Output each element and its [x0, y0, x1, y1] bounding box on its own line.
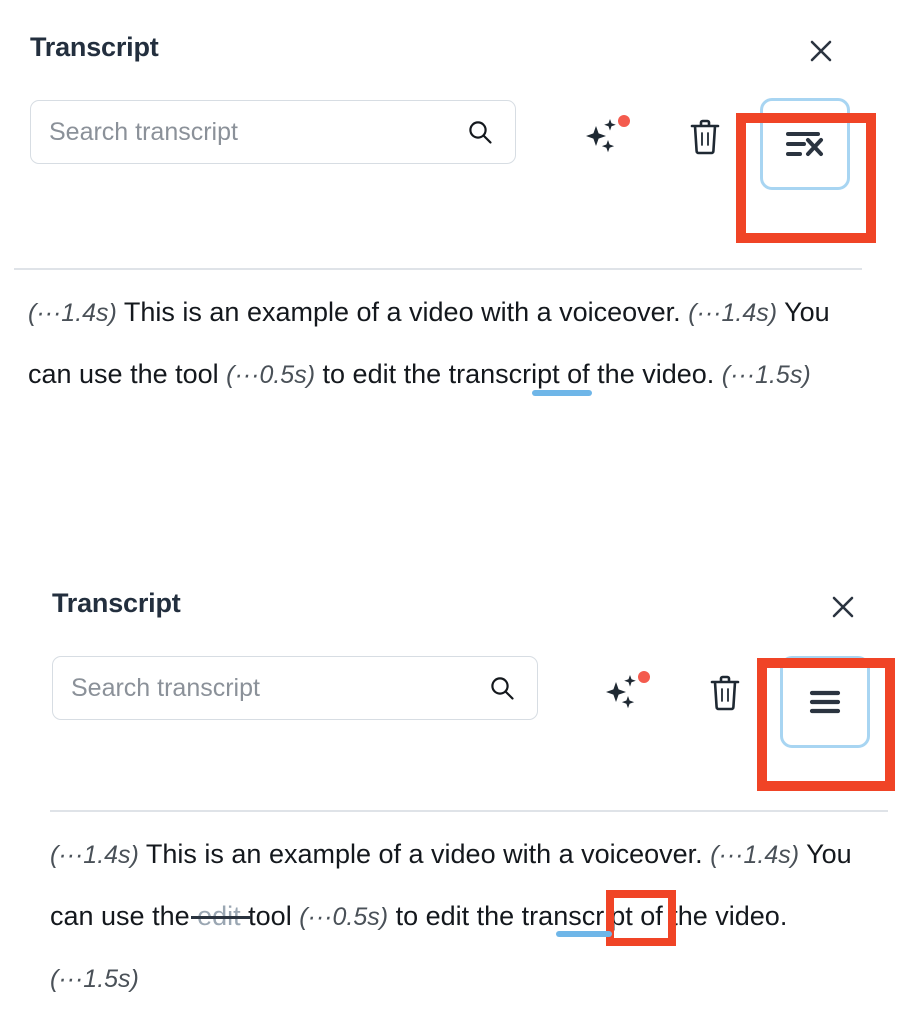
- pause-marker: (···1.4s): [710, 841, 800, 869]
- text-cursor-underline: [556, 931, 612, 937]
- magnifier-icon: [469, 121, 492, 144]
- notification-dot-icon: [638, 671, 650, 683]
- ai-sparkle-icon: [606, 671, 650, 709]
- ai-sparkle-icon: [586, 115, 630, 153]
- transcript-text: This is an example of a video with a voi…: [116, 297, 689, 327]
- delete-button[interactable]: [704, 670, 746, 716]
- close-icon: [810, 40, 832, 62]
- page-title: Transcript: [30, 32, 159, 62]
- page-title: Transcript: [52, 588, 181, 618]
- toolbar-divider: [14, 268, 862, 270]
- text-cursor-underline: [532, 390, 592, 396]
- delete-button[interactable]: [684, 114, 726, 160]
- search-input[interactable]: [49, 112, 449, 152]
- trash-icon: [710, 675, 740, 711]
- hide-filler-words-toggle-button[interactable]: [760, 98, 850, 190]
- pause-marker: (···0.5s): [226, 361, 316, 389]
- search-icon[interactable]: [463, 115, 497, 149]
- transcript-text-body[interactable]: (···1.4s) This is an example of a video …: [50, 824, 880, 1010]
- transcript-text: to edit the transcript of the video.: [388, 901, 788, 931]
- pause-marker: (···1.4s): [688, 299, 778, 327]
- search-box[interactable]: [52, 656, 538, 720]
- magnifier-icon: [491, 677, 514, 700]
- ai-enhance-button[interactable]: [602, 670, 654, 716]
- show-all-words-toggle-button[interactable]: [780, 656, 870, 748]
- search-box[interactable]: [30, 100, 516, 164]
- transcript-panel-show-all-view: Transcript Search transcript (···1.4s) T…: [22, 556, 900, 1034]
- panel-header: Transcript: [0, 0, 900, 78]
- pause-marker: (···1.5s): [721, 361, 811, 389]
- pause-marker: (···0.5s): [299, 903, 389, 931]
- hide-filler-words-icon: [786, 132, 823, 156]
- search-input[interactable]: [71, 668, 471, 708]
- transcript-text: This is an example of a video with a voi…: [138, 839, 711, 869]
- ai-enhance-button[interactable]: [582, 114, 634, 160]
- close-icon: [832, 596, 854, 618]
- search-icon[interactable]: [485, 671, 519, 705]
- pause-marker: (···1.5s): [50, 965, 139, 993]
- transcript-toolbar: [0, 78, 900, 190]
- toolbar-divider: [50, 810, 888, 812]
- transcript-toolbar: [22, 634, 900, 748]
- notification-dot-icon: [618, 115, 630, 127]
- close-button[interactable]: [826, 590, 860, 624]
- hamburger-menu-icon: [809, 690, 841, 714]
- close-button[interactable]: [804, 34, 838, 68]
- deleted-word[interactable]: edit: [197, 901, 241, 931]
- panel-header: Transcript: [22, 556, 900, 634]
- transcript-text-body[interactable]: (···1.4s) This is an example of a video …: [28, 282, 840, 406]
- trash-icon: [690, 119, 720, 155]
- pause-marker: (···1.4s): [28, 299, 117, 327]
- transcript-panel-strikethrough-view: Transcript Search transcript (···1.4s) T…: [0, 0, 900, 520]
- transcript-text: to edit the transcript of the video.: [315, 359, 722, 389]
- pause-marker: (···1.4s): [50, 841, 139, 869]
